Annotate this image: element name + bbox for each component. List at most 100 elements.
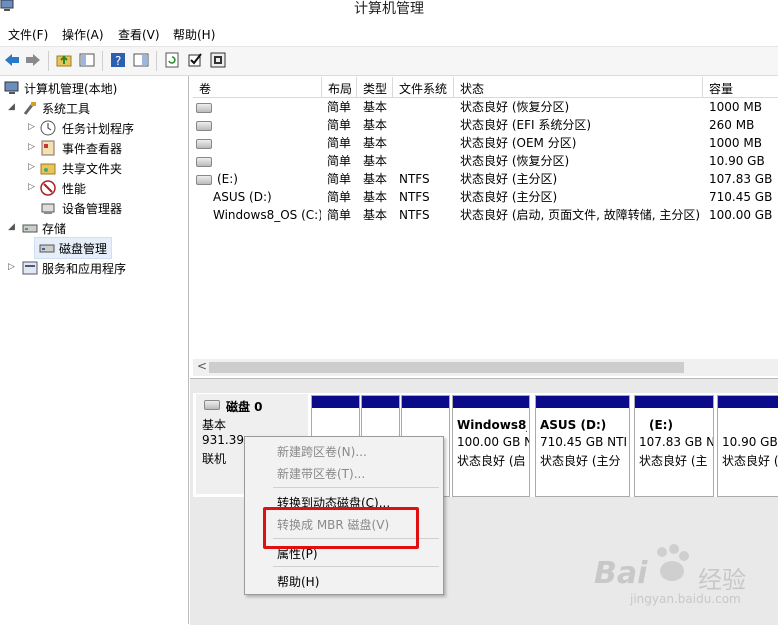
disk-size: 931.39 — [202, 433, 244, 447]
toolbar-separator — [102, 51, 103, 71]
baidu-watermark: Bai 经验 jingyan.baidu.com — [590, 538, 775, 618]
clock-icon — [40, 120, 56, 136]
tree-item-services-apps[interactable]: ▷ 服务和应用程序 — [4, 258, 184, 278]
scrollbar-thumb[interactable] — [209, 362, 684, 373]
table-row[interactable]: 简单 基本 状态良好 (OEM 分区) 1000 MB — [193, 134, 778, 152]
tree-label: 性能 — [62, 182, 87, 196]
table-row[interactable]: Windows8_OS (C:) 简单 基本 NTFS 状态良好 (启动, 页面… — [193, 206, 778, 224]
volume-icon — [196, 175, 212, 185]
checklist-icon[interactable] — [187, 52, 203, 68]
tree-item-system-tools[interactable]: ◢ 系统工具 — [4, 98, 184, 118]
menu-item-new-striped-volume[interactable]: 新建带区卷(T)... — [277, 465, 365, 482]
up-folder-icon[interactable] — [56, 52, 72, 68]
tree-item-event-viewer[interactable]: ▷ 事件查看器 — [4, 138, 184, 158]
menu-help[interactable]: 帮助(H) — [173, 26, 215, 43]
forward-arrow-icon[interactable] — [25, 52, 41, 68]
device-manager-icon — [41, 203, 55, 214]
partition-recovery-2[interactable]: 10.90 GB 状态良好 ( — [717, 395, 778, 497]
title-bar: 计算机管理 — [0, 0, 778, 20]
tools-icon — [23, 102, 36, 115]
table-row[interactable]: ASUS (D:) 简单 基本 NTFS 状态良好 (主分区) 710.45 G… — [193, 188, 778, 206]
scroll-left-arrow-icon[interactable]: < — [197, 359, 207, 373]
toolbar: ? — [0, 46, 778, 76]
help-icon[interactable]: ? — [110, 52, 126, 68]
column-header-filesystem[interactable]: 文件系统 — [393, 77, 454, 98]
disk-status: 联机 — [202, 452, 227, 466]
tree-item-disk-management[interactable]: 磁盘管理 — [34, 237, 112, 259]
tree-label: 共享文件夹 — [62, 162, 123, 176]
storage-icon — [22, 224, 38, 233]
disk-icon — [204, 400, 220, 410]
partition-header — [635, 396, 713, 408]
disk-settings-icon[interactable] — [210, 52, 226, 68]
column-header-status[interactable]: 状态 — [454, 77, 703, 98]
partition-header — [362, 396, 399, 408]
window-title: 计算机管理 — [354, 1, 424, 17]
volume-icon — [196, 157, 212, 167]
partition-header — [536, 396, 629, 408]
expanded-triangle-icon[interactable]: ◢ — [8, 103, 16, 112]
table-row[interactable]: (E:) 简单 基本 NTFS 状态良好 (主分区) 107.83 GB — [193, 170, 778, 188]
collapsed-triangle-icon[interactable]: ▷ — [28, 123, 36, 132]
tree-label: 服务和应用程序 — [42, 262, 127, 276]
tree-item-shared-folders[interactable]: ▷ 共享文件夹 — [4, 158, 184, 178]
performance-icon — [40, 180, 56, 196]
watermark-brand-suffix: 经验 — [698, 566, 746, 594]
column-header-type[interactable]: 类型 — [357, 77, 393, 98]
svg-text:?: ? — [115, 54, 121, 68]
partition-header — [718, 396, 778, 408]
disk-type: 基本 — [202, 418, 227, 432]
column-header-layout[interactable]: 布局 — [322, 77, 357, 98]
properties-pane-icon[interactable] — [133, 52, 149, 68]
menu-item-new-spanned-volume[interactable]: 新建跨区卷(N)... — [277, 443, 367, 460]
watermark-url: jingyan.baidu.com — [630, 592, 741, 606]
collapsed-triangle-icon[interactable]: ▷ — [8, 263, 16, 272]
tree-label: 磁盘管理 — [59, 242, 108, 256]
partition-c[interactable]: Windows8_ 100.00 GB N 状态良好 (启 — [452, 395, 530, 497]
volume-icon — [196, 103, 212, 113]
collapsed-triangle-icon[interactable]: ▷ — [28, 183, 36, 192]
collapsed-triangle-icon[interactable]: ▷ — [28, 163, 36, 172]
volume-icon — [196, 121, 212, 131]
show-hide-tree-icon[interactable] — [79, 52, 95, 68]
table-row[interactable]: 简单 基本 状态良好 (恢复分区) 10.90 GB — [193, 152, 778, 170]
navigation-tree: 计算机管理(本地) ◢ 系统工具 ▷ 任务计划程序 ▷ 事件查看器 ▷ 共享文件… — [0, 76, 189, 624]
partition-header — [402, 396, 449, 408]
column-header-volume[interactable]: 卷 — [193, 77, 322, 98]
collapsed-triangle-icon[interactable]: ▷ — [28, 143, 36, 152]
volume-list: 卷 布局 类型 文件系统 状态 容量 简单 基本 状态良好 (恢复分区) 100… — [193, 77, 778, 377]
computer-management-icon — [4, 81, 19, 94]
expanded-triangle-icon[interactable]: ◢ — [8, 223, 16, 232]
refresh-icon[interactable] — [164, 52, 180, 68]
tree-item-performance[interactable]: ▷ 性能 — [4, 178, 184, 198]
tree-label: 计算机管理(本地) — [24, 82, 118, 96]
horizontal-scrollbar[interactable]: < — [193, 359, 778, 376]
tree-item-device-manager[interactable]: 设备管理器 — [4, 198, 184, 218]
menu-separator — [273, 487, 439, 488]
watermark-brand: Bai — [594, 556, 648, 591]
menu-action[interactable]: 操作(A) — [62, 26, 104, 43]
column-header-capacity[interactable]: 容量 — [703, 77, 778, 98]
table-row[interactable]: 简单 基本 状态良好 (EFI 系统分区) 260 MB — [193, 116, 778, 134]
paw-icon — [657, 544, 689, 581]
table-row[interactable]: 简单 基本 状态良好 (恢复分区) 1000 MB — [193, 98, 778, 116]
menu-view[interactable]: 查看(V) — [118, 26, 160, 43]
partition-d[interactable]: ASUS (D:) 710.45 GB NTI 状态良好 (主分 — [535, 395, 630, 497]
tree-label: 系统工具 — [42, 102, 91, 116]
tree-item-task-scheduler[interactable]: ▷ 任务计划程序 — [4, 118, 184, 138]
menu-bar: 文件(F) 操作(A) 查看(V) 帮助(H) — [0, 22, 778, 44]
menu-file[interactable]: 文件(F) — [8, 26, 48, 43]
event-log-icon — [41, 140, 55, 156]
toolbar-separator — [156, 51, 157, 71]
partition-header — [453, 396, 529, 408]
red-highlight-box — [263, 507, 419, 549]
partition-e[interactable]: (E:) 107.83 GB N 状态良好 (主 — [634, 395, 714, 497]
tree-item-storage[interactable]: ◢ 存储 — [4, 218, 184, 238]
disk-management-icon — [39, 244, 55, 253]
tree-label: 存储 — [42, 222, 67, 236]
menu-item-help[interactable]: 帮助(H) — [277, 573, 319, 590]
back-arrow-icon[interactable] — [4, 52, 20, 68]
toolbar-separator — [48, 51, 49, 71]
tree-label: 设备管理器 — [62, 202, 123, 216]
tree-item-root[interactable]: 计算机管理(本地) — [4, 78, 184, 98]
